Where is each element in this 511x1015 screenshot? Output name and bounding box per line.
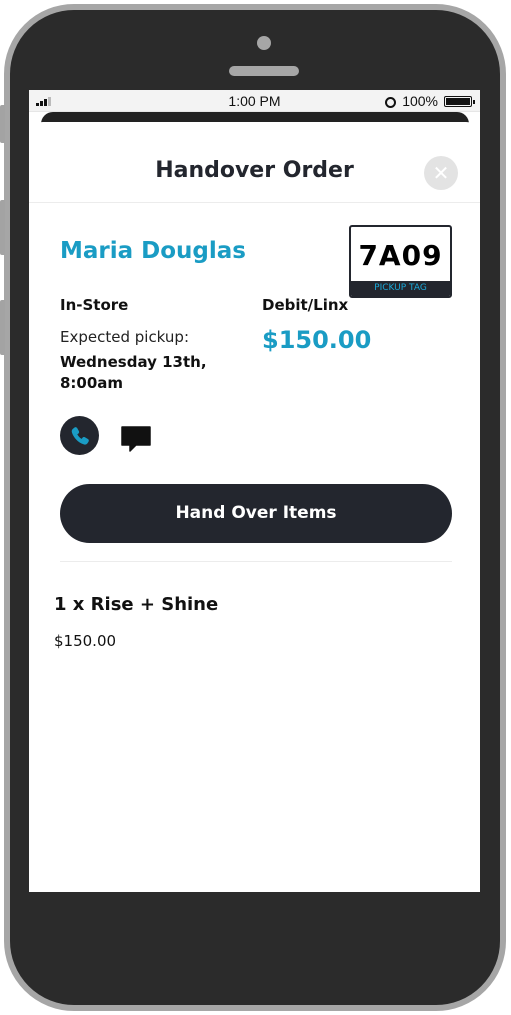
- side-button-volume-down: [0, 300, 5, 355]
- side-button-volume-up: [0, 200, 5, 255]
- hand-over-items-button[interactable]: Hand Over Items: [60, 484, 452, 543]
- battery-icon: [444, 95, 475, 107]
- message-button[interactable]: [120, 425, 152, 453]
- message-icon: [121, 426, 151, 452]
- earpiece-speaker: [229, 66, 299, 76]
- handover-order-modal: Handover Order ✕ Maria Douglas 7A09 PICK…: [29, 122, 480, 892]
- pickup-tag: 7A09 PICKUP TAG: [349, 225, 452, 298]
- modal-title: Handover Order: [155, 158, 354, 183]
- battery-percent: 100%: [402, 93, 438, 109]
- phone-screen: 1:00 PM 100% Handover Order ✕ Maria Doug…: [29, 90, 480, 892]
- alarm-icon: [385, 96, 397, 108]
- close-button[interactable]: ✕: [424, 156, 458, 190]
- item-price: $150.00: [54, 632, 117, 650]
- expected-pickup-date: Wednesday 13th, 8:00am: [60, 353, 207, 392]
- item-title: 1 x Rise + Shine: [54, 594, 219, 615]
- order-type: In-Store: [60, 296, 129, 314]
- side-button-mute: [0, 105, 5, 143]
- home-area: [29, 892, 480, 1002]
- close-icon: ✕: [432, 161, 450, 185]
- items-divider: [60, 561, 452, 562]
- pickup-tag-label: PICKUP TAG: [351, 281, 450, 296]
- header-divider: [29, 202, 480, 203]
- order-amount: $150.00: [262, 326, 372, 354]
- phone-icon: [71, 427, 89, 445]
- front-camera: [257, 36, 271, 50]
- customer-name: Maria Douglas: [60, 238, 246, 264]
- pickup-code: 7A09: [358, 239, 443, 272]
- status-bar: 1:00 PM 100%: [29, 90, 480, 112]
- status-right: 100%: [385, 93, 475, 109]
- expected-pickup-label: Expected pickup:: [60, 328, 189, 346]
- call-button[interactable]: [60, 416, 99, 455]
- payment-method: Debit/Linx: [262, 296, 349, 314]
